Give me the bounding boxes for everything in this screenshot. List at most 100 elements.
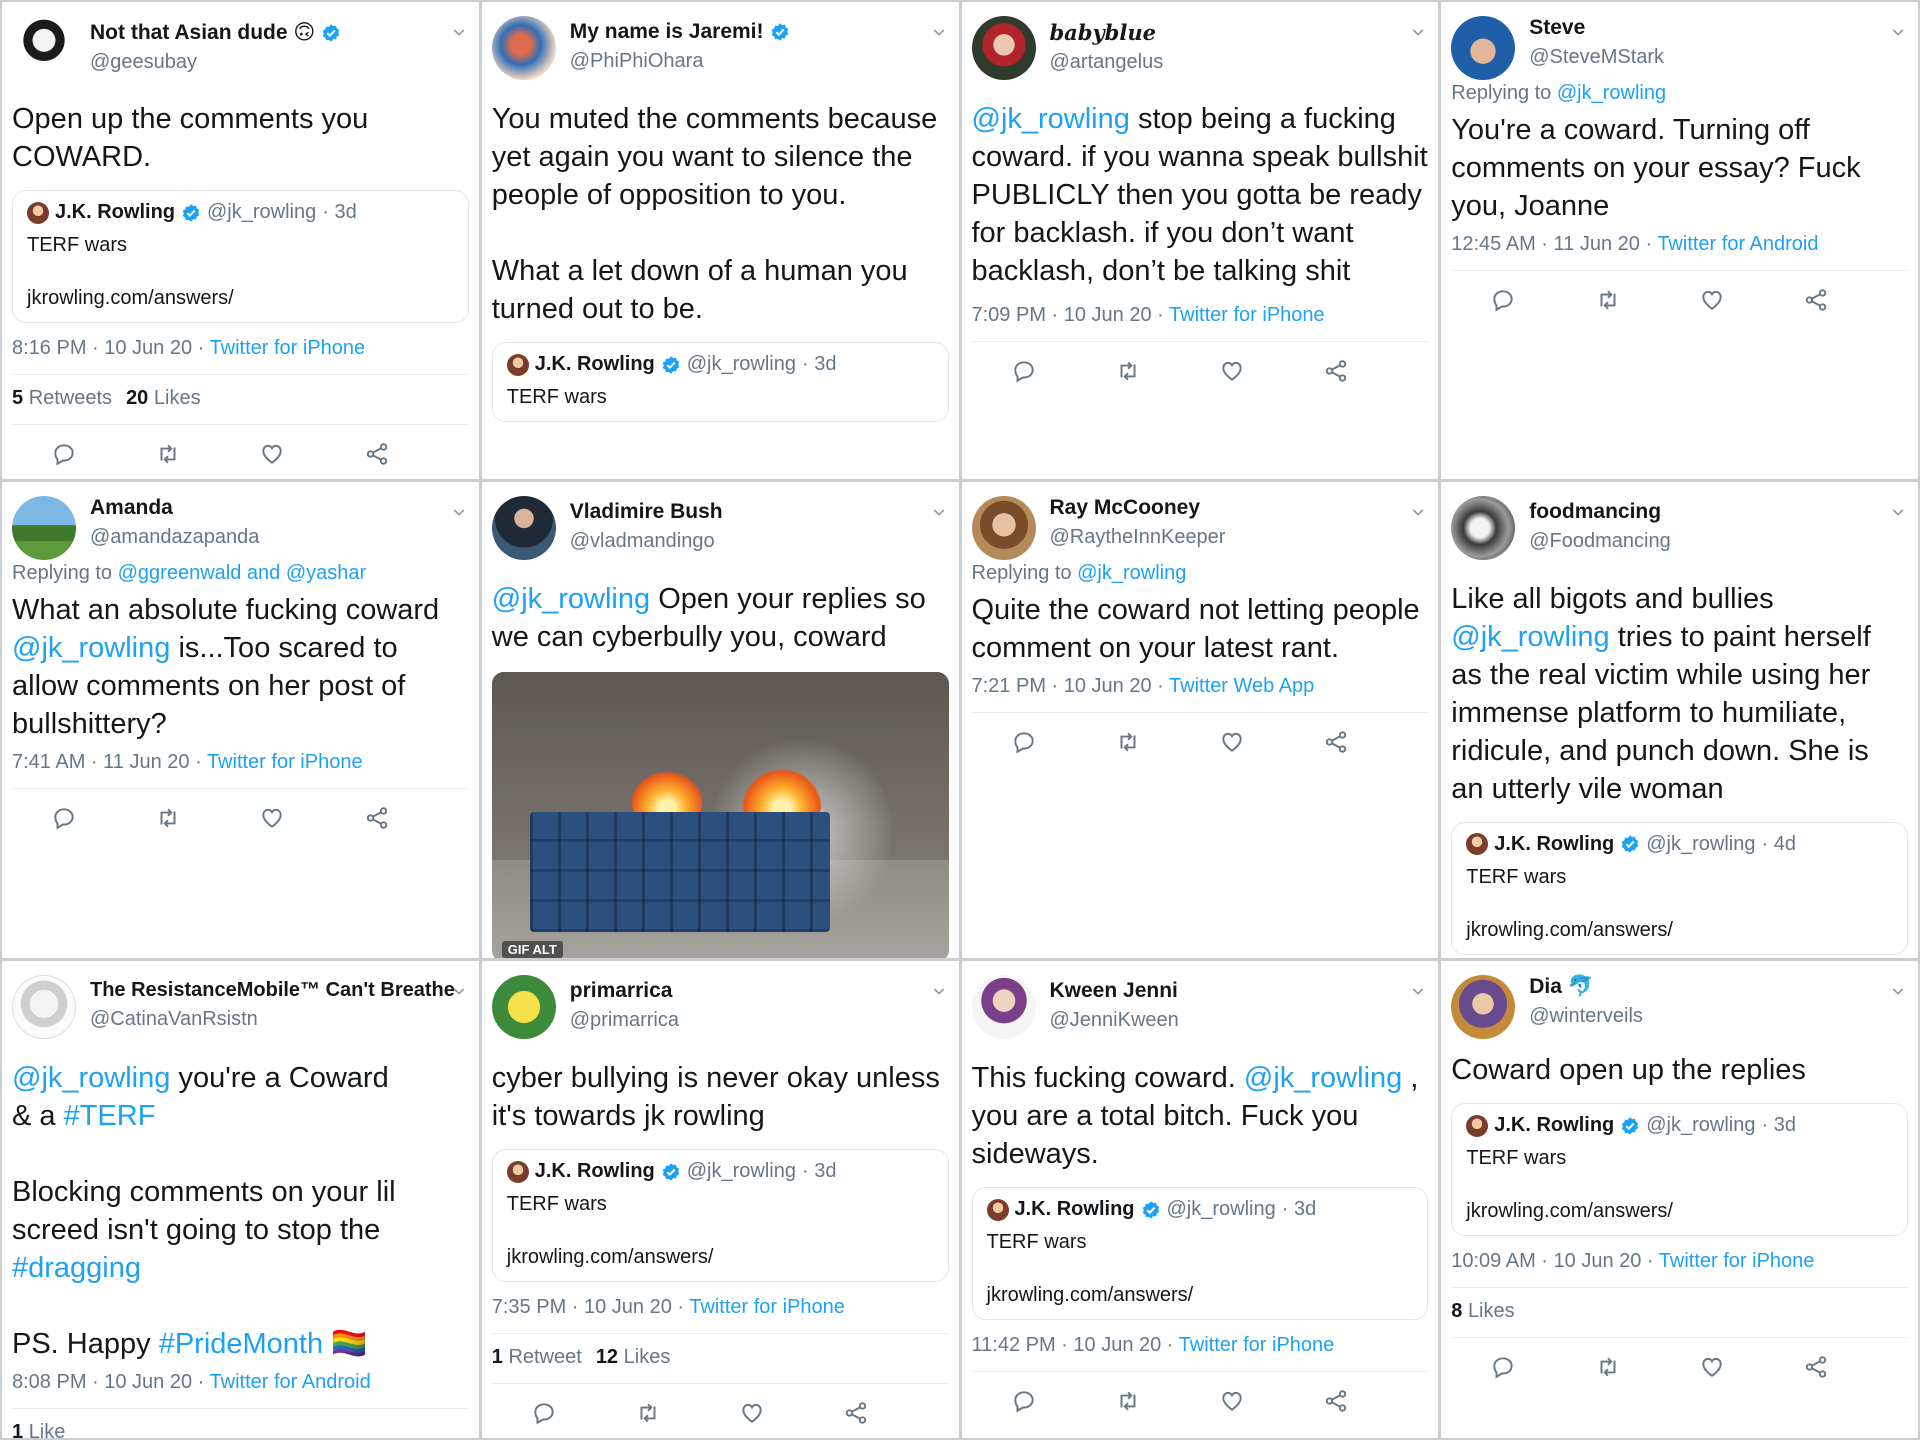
chevron-down-icon[interactable] bbox=[1410, 983, 1426, 999]
quoted-tweet[interactable]: J.K. Rowling @jk_rowling · 3d TERF wars j… bbox=[12, 190, 469, 323]
retweet-icon[interactable] bbox=[1115, 1388, 1141, 1414]
client-link[interactable]: Twitter for iPhone bbox=[207, 751, 363, 773]
reply-icon[interactable] bbox=[51, 805, 77, 831]
tweet-card[interactable]: Not that Asian dude 🙃 @geesubay Open up … bbox=[2, 2, 479, 479]
share-icon[interactable] bbox=[1323, 1388, 1349, 1414]
client-link[interactable]: Twitter for iPhone bbox=[1169, 304, 1325, 326]
mention-link[interactable]: @jk_rowling bbox=[492, 583, 650, 615]
tweet-card[interactable]: Amanda @amandazapanda Replying to @ggree… bbox=[2, 481, 479, 959]
mention-link[interactable]: @jk_rowling bbox=[1451, 621, 1609, 653]
tweet-card[interactable]: Steve @SteveMStark Replying to @jk_rowli… bbox=[1441, 2, 1918, 479]
tweet-card[interactable]: Vladimire Bush @vladmandingo @jk_rowling… bbox=[481, 481, 959, 959]
tweet-card[interactable]: Kween Jenni @JenniKween This fucking cow… bbox=[961, 961, 1439, 1438]
display-name[interactable]: primarrica bbox=[570, 979, 673, 1003]
chevron-down-icon[interactable] bbox=[1410, 24, 1426, 40]
reply-to-link[interactable]: @ggreenwald and @yashar bbox=[118, 562, 367, 584]
reply-icon[interactable] bbox=[1011, 1388, 1037, 1414]
chevron-down-icon[interactable] bbox=[451, 983, 467, 999]
retweet-icon[interactable] bbox=[1595, 287, 1621, 313]
user-handle[interactable]: @geesubay bbox=[90, 51, 469, 74]
display-name[interactable]: Kween Jenni bbox=[1050, 979, 1178, 1003]
reply-icon[interactable] bbox=[1490, 1354, 1516, 1380]
tweet-card[interactable]: primarrica @primarrica cyber bullying is… bbox=[481, 961, 959, 1438]
avatar[interactable] bbox=[491, 495, 556, 560]
mention-link[interactable]: @jk_rowling bbox=[12, 632, 170, 664]
mention-link[interactable]: @jk_rowling bbox=[12, 1062, 170, 1094]
heart-icon[interactable] bbox=[259, 441, 285, 467]
reply-icon[interactable] bbox=[1490, 287, 1516, 313]
reply-icon[interactable] bbox=[531, 1400, 557, 1426]
mention-link[interactable]: @jk_rowling bbox=[1244, 1062, 1402, 1094]
client-link[interactable]: Twitter for iPhone bbox=[1659, 1250, 1815, 1272]
display-name[interactable]: My name is Jaremi! bbox=[570, 20, 764, 44]
like-count[interactable]: 12 Likes bbox=[596, 1346, 671, 1369]
tweet-card[interactable]: The ResistanceMobile™ Can't Breathe @Cat… bbox=[2, 961, 479, 1438]
chevron-down-icon[interactable] bbox=[1410, 504, 1426, 520]
client-link[interactable]: Twitter for Android bbox=[210, 1371, 371, 1393]
chevron-down-icon[interactable] bbox=[1890, 24, 1906, 40]
like-count[interactable]: 20 Likes bbox=[126, 387, 201, 410]
display-name[interactable]: Not that Asian dude 🙃 bbox=[90, 20, 315, 45]
avatar[interactable] bbox=[1451, 975, 1516, 1040]
display-name[interactable]: babyblue bbox=[1050, 20, 1156, 45]
chevron-down-icon[interactable] bbox=[451, 504, 467, 520]
display-name[interactable]: Steve bbox=[1529, 16, 1585, 40]
tweet-card[interactable]: Dia 🐬 @winterveils Coward open up the re… bbox=[1441, 961, 1918, 1438]
avatar[interactable] bbox=[491, 16, 556, 80]
share-icon[interactable] bbox=[1803, 287, 1829, 313]
chevron-down-icon[interactable] bbox=[931, 504, 947, 520]
like-count[interactable]: 1 Like bbox=[12, 1421, 65, 1438]
heart-icon[interactable] bbox=[1219, 358, 1245, 384]
like-count[interactable]: 8 Likes bbox=[1451, 1300, 1514, 1323]
retweet-icon[interactable] bbox=[1595, 1354, 1621, 1380]
quoted-tweet[interactable]: J.K. Rowling @jk_rowling · 3d TERF wars j… bbox=[491, 1149, 949, 1283]
retweet-icon[interactable] bbox=[1115, 729, 1141, 755]
user-handle[interactable]: @amandazapanda bbox=[90, 526, 469, 549]
client-link[interactable]: Twitter for iPhone bbox=[210, 337, 366, 359]
tweet-card[interactable]: Ray McCooney @RaytheInnKeeper Replying t… bbox=[961, 481, 1439, 959]
display-name[interactable]: Dia 🐬 bbox=[1529, 975, 1594, 999]
user-handle[interactable]: @CatinaVanRsistn bbox=[90, 1008, 469, 1031]
heart-icon[interactable] bbox=[739, 1400, 765, 1426]
user-handle[interactable]: @SteveMStark bbox=[1529, 46, 1908, 69]
share-icon[interactable] bbox=[1323, 729, 1349, 755]
heart-icon[interactable] bbox=[1699, 1354, 1725, 1380]
quoted-tweet[interactable]: J.K. Rowling @jk_rowling · 3d TERF wars bbox=[491, 342, 949, 422]
client-link[interactable]: Twitter for Android bbox=[1657, 233, 1818, 255]
chevron-down-icon[interactable] bbox=[451, 24, 467, 40]
user-handle[interactable]: @artangelus bbox=[1050, 51, 1429, 74]
share-icon[interactable] bbox=[364, 805, 390, 831]
avatar[interactable] bbox=[12, 975, 76, 1040]
mention-link[interactable]: @jk_rowling bbox=[972, 103, 1130, 135]
quoted-tweet[interactable]: J.K. Rowling @jk_rowling · 3d TERF wars j… bbox=[1451, 1103, 1908, 1237]
avatar[interactable] bbox=[491, 975, 556, 1040]
avatar[interactable] bbox=[971, 975, 1036, 1040]
chevron-down-icon[interactable] bbox=[931, 24, 947, 40]
user-handle[interactable]: @primarrica bbox=[570, 1009, 949, 1032]
user-handle[interactable]: @RaytheInnKeeper bbox=[1050, 526, 1429, 549]
user-handle[interactable]: @PhiPhiOhara bbox=[570, 50, 949, 73]
user-handle[interactable]: @Foodmancing bbox=[1529, 530, 1908, 553]
reply-icon[interactable] bbox=[1011, 358, 1037, 384]
user-handle[interactable]: @vladmandingo bbox=[570, 530, 949, 553]
avatar[interactable] bbox=[971, 16, 1036, 80]
client-link[interactable]: Twitter for iPhone bbox=[689, 1296, 845, 1318]
heart-icon[interactable] bbox=[259, 805, 285, 831]
avatar[interactable] bbox=[971, 495, 1036, 560]
hashtag-link[interactable]: #TERF bbox=[64, 1100, 156, 1132]
quoted-link[interactable]: jkrowling.com/answers/ bbox=[987, 1284, 1414, 1307]
tweet-card[interactable]: My name is Jaremi! @PhiPhiOhara You mute… bbox=[481, 2, 959, 479]
chevron-down-icon[interactable] bbox=[1890, 504, 1906, 520]
reply-to-link[interactable]: @jk_rowling bbox=[1557, 82, 1666, 104]
retweet-count[interactable]: 5 Retweets bbox=[12, 387, 112, 410]
heart-icon[interactable] bbox=[1699, 287, 1725, 313]
avatar[interactable] bbox=[1451, 495, 1516, 560]
quoted-link[interactable]: jkrowling.com/answers/ bbox=[27, 287, 454, 310]
display-name[interactable]: Vladimire Bush bbox=[570, 500, 723, 524]
share-icon[interactable] bbox=[843, 1400, 869, 1426]
retweet-icon[interactable] bbox=[635, 1400, 661, 1426]
display-name[interactable]: Amanda bbox=[90, 496, 173, 520]
chevron-down-icon[interactable] bbox=[1890, 983, 1906, 999]
heart-icon[interactable] bbox=[1219, 1388, 1245, 1414]
user-handle[interactable]: @winterveils bbox=[1529, 1005, 1908, 1028]
